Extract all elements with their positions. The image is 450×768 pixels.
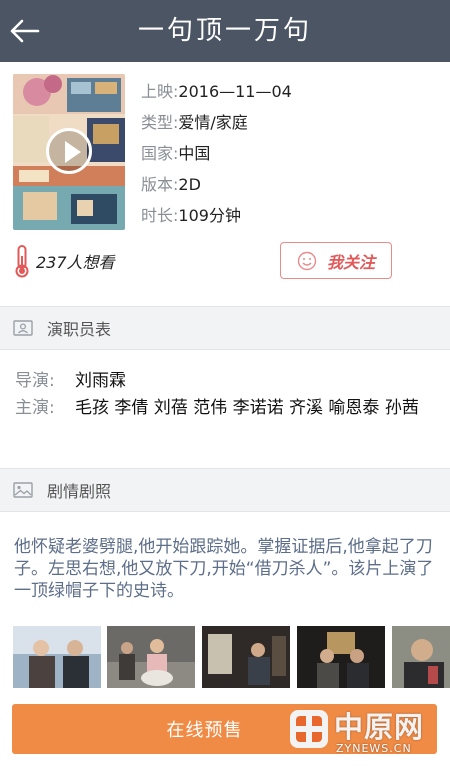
movie-poster[interactable] <box>13 74 125 230</box>
want-count: 237人想看 <box>36 253 115 272</box>
page-title: 一句顶一万句 <box>137 16 312 46</box>
fact-genre: 类型:爱情/家庭 <box>141 113 248 132</box>
site-watermark: 中原网 ZYNEWS.CN <box>284 702 444 764</box>
top-bar: 一句顶一万句 <box>0 0 450 62</box>
stills-strip[interactable] <box>13 626 450 688</box>
director-name: 刘雨霖 <box>75 371 126 391</box>
stars-names: 毛孩 李倩 刘蓓 范伟 李诺诺 齐溪 喻恩泰 孙茜 <box>75 398 419 418</box>
plot-section-header: 剧情剧照 <box>0 468 450 512</box>
watermark-url: ZYNEWS.CN <box>336 742 412 755</box>
movie-info-panel: 上映:2016—11—04 类型:爱情/家庭 国家:中国 版本:2D 时长:10… <box>0 62 450 306</box>
fact-version: 版本:2D <box>141 175 201 194</box>
smiley-icon <box>297 251 317 270</box>
play-trailer-icon[interactable] <box>46 128 92 174</box>
still-image[interactable] <box>202 626 290 688</box>
follow-button[interactable]: 我关注 <box>280 242 392 279</box>
synopsis-text: 他怀疑老婆劈腿,他开始跟踪她。掌握证据后,他拿起了刀子。左思右想,他又放下刀,开… <box>14 537 434 601</box>
still-image[interactable] <box>13 626 101 688</box>
want-to-see: 237人想看 <box>12 242 115 280</box>
still-image[interactable] <box>297 626 385 688</box>
fact-duration: 时长:109分钟 <box>141 206 241 225</box>
watermark-name: 中原网 <box>334 710 425 744</box>
plot-section-title: 剧情剧照 <box>47 482 112 501</box>
person-card-icon <box>13 320 33 336</box>
zynews-logo-icon <box>290 710 328 748</box>
cast-section-header: 演职员表 <box>0 306 450 350</box>
follow-label: 我关注 <box>326 252 375 272</box>
fact-release: 上映:2016—11—04 <box>141 82 292 101</box>
thermometer-icon <box>15 245 29 278</box>
cast-section-title: 演职员表 <box>47 320 112 339</box>
plot-panel: 他怀疑老婆劈腿,他开始跟踪她。掌握证据后,他拿起了刀子。左思右想,他又放下刀,开… <box>0 514 450 694</box>
movie-facts: 上映:2016—11—04 类型:爱情/家庭 国家:中国 版本:2D 时长:10… <box>141 76 292 231</box>
cast-list: 导演: 刘雨霖 主演: 毛孩 李倩 刘蓓 范伟 李诺诺 齐溪 喻恩泰 孙茜 <box>0 350 450 468</box>
still-image[interactable] <box>392 626 450 688</box>
fact-country: 国家:中国 <box>141 144 211 163</box>
still-image[interactable] <box>107 626 195 688</box>
image-icon <box>13 482 33 498</box>
